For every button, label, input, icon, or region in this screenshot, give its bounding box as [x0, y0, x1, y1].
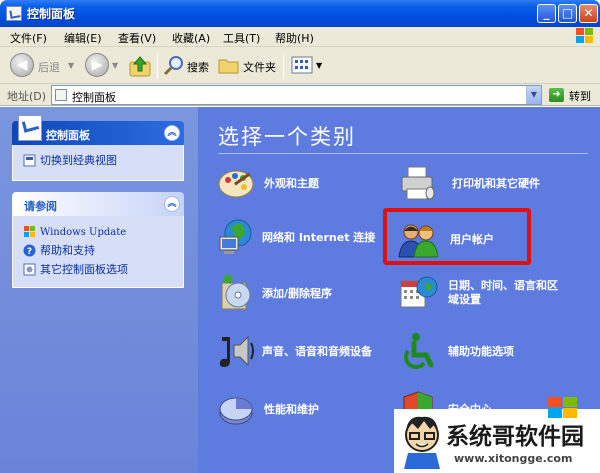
maximize-button[interactable]: □ [558, 4, 577, 23]
windows-update-link[interactable]: Windows Update [13, 222, 183, 241]
back-arrow-icon[interactable]: ◀ [10, 53, 34, 77]
switch-to-classic-view-link[interactable]: 切换到经典视图 [13, 151, 183, 170]
category-label: 网络和 Internet 连接 [262, 231, 376, 244]
classic-view-icon [23, 154, 36, 167]
address-dropdown-icon[interactable]: ▼ [526, 86, 541, 104]
svg-text:?: ? [27, 247, 32, 257]
up-folder-icon[interactable] [128, 54, 152, 78]
forward-arrow-icon[interactable]: ▶ [85, 53, 109, 77]
address-input[interactable]: 控制面板 ▼ [51, 85, 542, 105]
category-label: 声音、语音和音频设备 [262, 345, 372, 358]
go-arrow-icon[interactable]: ➜ [549, 88, 564, 102]
collapse-chevron-icon[interactable]: ︽ [164, 125, 180, 141]
category-label: 外观和主题 [264, 177, 319, 190]
windows-flag-logo [548, 397, 577, 418]
link-label: 其它控制面板选项 [40, 263, 128, 276]
task-pane: 控制面板 ︽ 切换到经典视图 请参阅 ︽ Windows Update ? 帮助… [0, 107, 198, 473]
go-button-label[interactable]: 转到 [569, 88, 591, 104]
printer-icon [401, 166, 435, 200]
control-panel-icon [18, 115, 42, 141]
close-button[interactable]: ✕ [579, 4, 598, 23]
control-panel-icon [6, 6, 22, 21]
panel-header[interactable]: 控制面板 ︽ [12, 115, 184, 145]
page-title: 选择一个类别 [218, 125, 356, 149]
toolbar: ◀ 后退 ▼ ▶ ▼ 搜索 文件夹 ▼ [0, 47, 600, 84]
category-performance-maintenance[interactable]: 性能和维护 [216, 389, 376, 433]
category-printers-hardware[interactable]: 打印机和其它硬件 [398, 163, 588, 207]
control-panel-icon [55, 89, 67, 101]
search-button-label[interactable]: 搜索 [187, 59, 209, 75]
category-label-line1: 日期、时间、语言和区 [448, 279, 558, 292]
category-network-internet[interactable]: 网络和 Internet 连接 [216, 217, 386, 261]
menu-edit[interactable]: 编辑(E) [64, 30, 102, 46]
search-icon[interactable] [163, 54, 185, 76]
control-panel-panel: 控制面板 ︽ 切换到经典视图 [12, 115, 184, 181]
performance-icon [219, 397, 253, 425]
folders-button-label[interactable]: 文件夹 [243, 59, 276, 75]
toolbar-separator [283, 53, 284, 79]
menu-favorites[interactable]: 收藏(A) [172, 30, 210, 46]
menu-tools[interactable]: 工具(T) [223, 30, 260, 46]
see-also-panel: 请参阅 ︽ Windows Update ? 帮助和支持 其它控制面板选项 [12, 192, 184, 288]
network-icon [219, 219, 252, 254]
back-button-label[interactable]: 后退 [38, 59, 60, 75]
category-accessibility[interactable]: 辅助功能选项 [398, 331, 558, 375]
watermark-title: 系统哥软件园 [446, 424, 584, 450]
folders-icon[interactable] [218, 55, 240, 75]
category-sound-audio[interactable]: 声音、语音和音频设备 [216, 331, 396, 375]
menu-view[interactable]: 查看(V) [118, 30, 156, 46]
category-add-remove-programs[interactable]: 添加/删除程序 [216, 273, 386, 317]
watermark: 系统哥软件园 www.xitongge.com [394, 397, 600, 473]
windows-update-icon [24, 226, 35, 237]
options-icon [23, 263, 36, 276]
panel-header[interactable]: 请参阅 ︽ [12, 192, 184, 216]
address-label: 地址(D) [7, 90, 47, 103]
panel-title: 请参阅 [24, 200, 57, 213]
link-label: 帮助和支持 [40, 244, 95, 257]
link-label: Windows Update [40, 227, 127, 238]
title-bar: 控制面板 _ □ ✕ [0, 0, 600, 27]
menu-file[interactable]: 文件(F) [10, 30, 47, 46]
highlight-box [383, 208, 531, 265]
other-control-panel-options-link[interactable]: 其它控制面板选项 [13, 260, 183, 279]
link-label: 切换到经典视图 [40, 154, 117, 167]
category-label-line2: 域设置 [448, 293, 481, 306]
forward-dropdown-icon[interactable]: ▼ [112, 61, 118, 70]
accessibility-icon [404, 333, 434, 369]
back-dropdown-icon[interactable]: ▼ [68, 61, 74, 70]
window-title: 控制面板 [27, 7, 76, 21]
watermark-url: www.xitongge.com [454, 452, 573, 465]
address-value: 控制面板 [72, 91, 116, 104]
divider [218, 153, 588, 154]
add-remove-icon [221, 274, 251, 310]
menu-bar: 文件(F) 编辑(E) 查看(V) 收藏(A) 工具(T) 帮助(H) [0, 27, 600, 47]
collapse-chevron-icon[interactable]: ︽ [164, 196, 180, 212]
address-bar: 地址(D) 控制面板 ▼ ➜ 转到 [0, 84, 600, 106]
menu-help[interactable]: 帮助(H) [275, 30, 314, 46]
panel-title: 控制面板 [46, 129, 90, 142]
category-date-time-language[interactable]: 日期、时间、语言和区 域设置 [398, 273, 588, 317]
views-dropdown-icon[interactable]: ▼ [316, 61, 322, 70]
help-icon: ? [23, 244, 36, 257]
category-label: 性能和维护 [264, 403, 319, 416]
category-label: 打印机和其它硬件 [452, 177, 540, 190]
category-label: 添加/删除程序 [262, 287, 333, 300]
views-icon[interactable] [291, 56, 313, 74]
sound-icon [219, 335, 254, 367]
category-appearance[interactable]: 外观和主题 [216, 163, 376, 207]
mascot-logo [404, 416, 440, 469]
toolbar-separator [157, 53, 158, 79]
windows-logo-icon [576, 28, 594, 45]
appearance-icon [218, 170, 254, 198]
date-time-icon [400, 276, 438, 308]
category-label: 辅助功能选项 [448, 345, 514, 358]
minimize-button[interactable]: _ [537, 4, 556, 23]
help-and-support-link[interactable]: ? 帮助和支持 [13, 241, 183, 260]
